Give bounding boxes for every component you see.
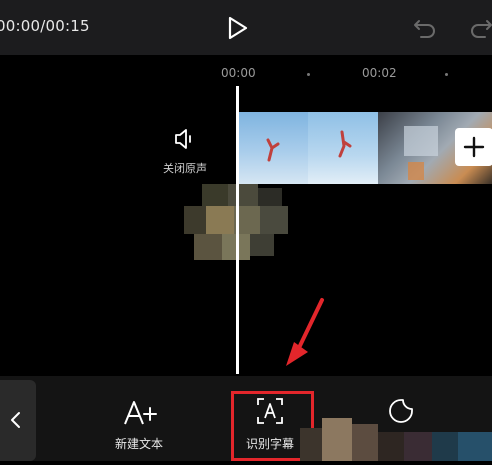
playhead[interactable] [236,86,239,374]
timeline-ruler: 00:00 00:02 [0,58,492,88]
ruler-dot [445,73,448,76]
ruler-dot [307,73,310,76]
add-text-button[interactable]: 新建文本 [103,393,175,461]
pixelated-mosaic [184,184,300,268]
ruler-label-start: 00:00 [221,66,256,80]
add-clip-button[interactable] [455,128,492,166]
play-icon[interactable] [223,14,251,42]
video-track[interactable] [238,112,492,184]
back-button[interactable] [0,380,36,461]
mute-original-audio-button[interactable]: 关闭原声 [155,122,215,182]
video-frame [308,112,378,184]
ruler-label-2s: 00:02 [362,66,397,80]
chevron-left-icon [6,410,26,434]
add-text-label: 新建文本 [114,437,163,451]
speaker-icon [172,126,198,156]
redo-icon[interactable] [468,15,492,41]
mute-label: 关闭原声 [163,162,207,175]
add-text-icon [122,399,158,431]
annotation-arrow [282,296,332,380]
undo-icon[interactable] [412,15,438,41]
plus-icon [462,135,486,163]
playback-time: 00:00/00:15 [0,17,90,35]
video-frame [238,112,308,184]
pixelated-mosaic [300,414,492,461]
